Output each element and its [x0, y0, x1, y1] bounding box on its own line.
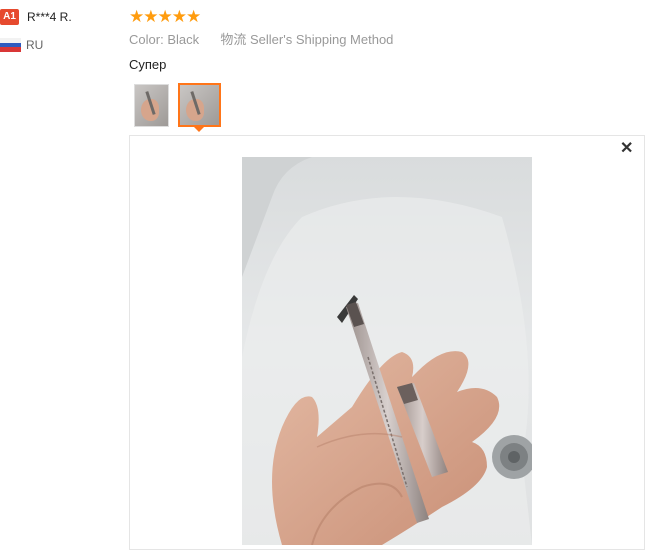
star-rating: ★★★★★	[129, 7, 201, 26]
review-photo	[242, 157, 532, 545]
selected-thumbnail-pointer	[193, 126, 205, 132]
photo-thumbnail-selected[interactable]	[178, 83, 221, 127]
buyer-level-badge: A1	[0, 9, 19, 25]
review-text: Супер	[129, 57, 167, 72]
buyer-country: RU	[26, 38, 44, 52]
color-label: Color:	[129, 32, 164, 47]
buyer-name: R***4 R.	[27, 10, 72, 24]
color-value: Black	[167, 32, 200, 47]
shipping-value: Seller's Shipping Method	[250, 32, 394, 47]
photo-thumbnail[interactable]	[134, 84, 169, 127]
shipping-label: 物流	[220, 32, 247, 47]
russia-flag-icon	[0, 38, 21, 52]
review-photo-image	[242, 157, 532, 545]
close-icon[interactable]: ✕	[620, 140, 633, 158]
review-attributes: Color: Black 物流 Seller's Shipping Method	[129, 32, 393, 48]
